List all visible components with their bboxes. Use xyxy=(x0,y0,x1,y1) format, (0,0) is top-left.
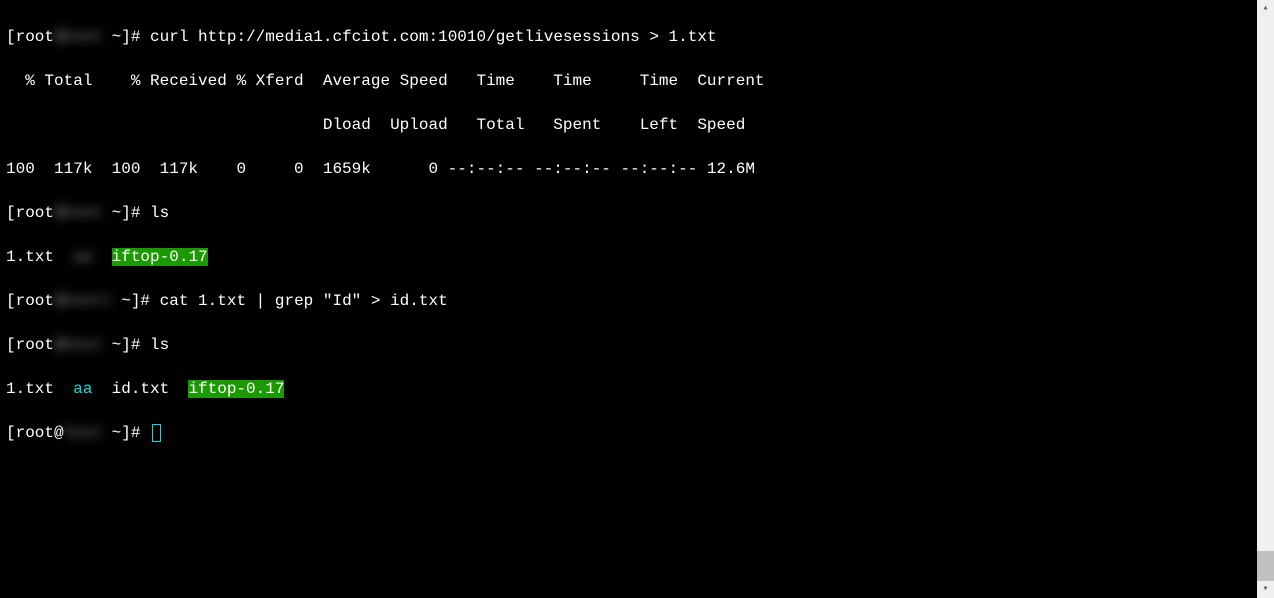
prompt-path: ~]# xyxy=(102,336,150,354)
prompt-user: [root xyxy=(6,28,54,46)
file-txt: 1.txt xyxy=(6,248,73,266)
prompt-path: ~]# xyxy=(102,204,150,222)
scroll-thumb[interactable] xyxy=(1257,551,1274,581)
prompt-user: [root xyxy=(6,204,54,222)
file-txt: 1.txt xyxy=(6,380,73,398)
curl-command: curl http://media1.cfciot.com:10010/getl… xyxy=(150,28,717,46)
curl-header-2: Dload Upload Total Spent Left Speed xyxy=(6,114,1251,136)
file-iftop: iftop-0.17 xyxy=(112,248,208,266)
scroll-down-button[interactable]: ▾ xyxy=(1257,581,1274,598)
command-line: [root@host ~]# curl http://media1.cfciot… xyxy=(6,26,1251,48)
cat-grep-command: cat 1.txt | grep "Id" > id.txt xyxy=(160,292,448,310)
terminal-output[interactable]: [root@host ~]# curl http://media1.cfciot… xyxy=(0,0,1257,598)
prompt-user: [root@ xyxy=(6,424,64,442)
hostname-blur: @host xyxy=(54,26,102,48)
cursor-icon xyxy=(152,424,161,442)
scroll-up-button[interactable]: ▴ xyxy=(1257,0,1274,17)
prompt-user: [root xyxy=(6,336,54,354)
hostname-blur: host xyxy=(64,422,102,444)
spacer xyxy=(92,248,111,266)
command-line: [root@host ~]# xyxy=(6,422,1251,444)
prompt-path: ~]# xyxy=(112,292,160,310)
ls-command: ls xyxy=(150,336,169,354)
prompt-user: [root xyxy=(6,292,54,310)
curl-header-1: % Total % Received % Xferd Average Speed… xyxy=(6,70,1251,92)
hostname-blur: @hostl xyxy=(54,290,112,312)
curl-progress: 100 117k 100 117k 0 0 1659k 0 --:--:-- -… xyxy=(6,158,1251,180)
prompt-path: ~]# xyxy=(102,424,150,442)
command-line: [root@hostl ~]# cat 1.txt | grep "Id" > … xyxy=(6,290,1251,312)
file-iftop: iftop-0.17 xyxy=(188,380,284,398)
file-idtxt: id.txt xyxy=(92,380,188,398)
ls-output: 1.txt aa id.txt iftop-0.17 xyxy=(6,378,1251,400)
file-aa: aa xyxy=(73,380,92,398)
ls-output: 1.txt aa iftop-0.17 xyxy=(6,246,1251,268)
vertical-scrollbar[interactable]: ▴ ▾ xyxy=(1257,0,1274,598)
scroll-track[interactable] xyxy=(1257,17,1274,581)
hostname-blur: @host xyxy=(54,334,102,356)
command-line: [root@host ~]# ls xyxy=(6,334,1251,356)
file-aa: aa xyxy=(73,246,92,268)
prompt-path: ~]# xyxy=(102,28,150,46)
hostname-blur: @host xyxy=(54,202,102,224)
ls-command: ls xyxy=(150,204,169,222)
command-line: [root@host ~]# ls xyxy=(6,202,1251,224)
